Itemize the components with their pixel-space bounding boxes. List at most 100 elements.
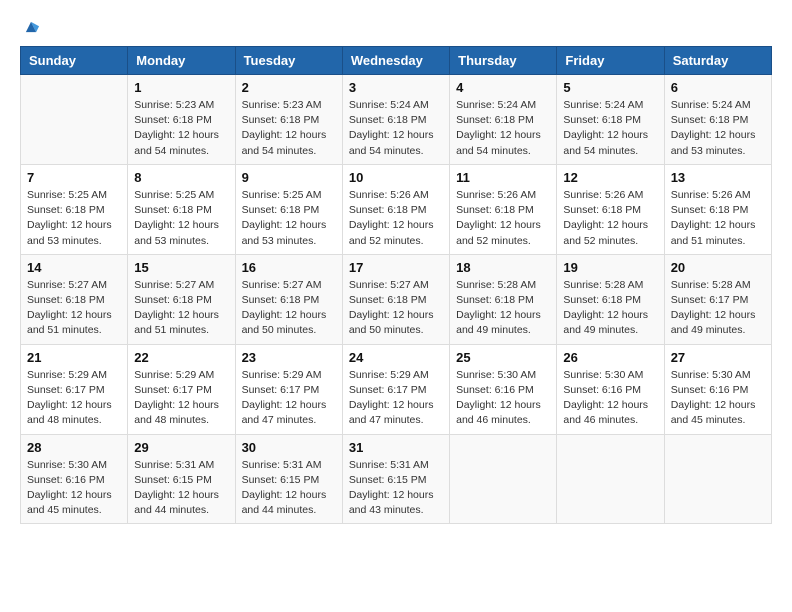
day-number: 2 <box>242 80 336 95</box>
header-row: SundayMondayTuesdayWednesdayThursdayFrid… <box>21 47 772 75</box>
day-info: Sunrise: 5:24 AM Sunset: 6:18 PM Dayligh… <box>671 98 765 159</box>
calendar-cell: 27 Sunrise: 5:30 AM Sunset: 6:16 PM Dayli… <box>664 344 771 434</box>
day-number: 3 <box>349 80 443 95</box>
calendar-cell: 4 Sunrise: 5:24 AM Sunset: 6:18 PM Daylig… <box>450 75 557 165</box>
day-info: Sunrise: 5:24 AM Sunset: 6:18 PM Dayligh… <box>563 98 657 159</box>
calendar-cell: 9 Sunrise: 5:25 AM Sunset: 6:18 PM Daylig… <box>235 164 342 254</box>
day-number: 4 <box>456 80 550 95</box>
header-day-saturday: Saturday <box>664 47 771 75</box>
calendar-week-4: 28 Sunrise: 5:30 AM Sunset: 6:16 PM Dayli… <box>21 434 772 524</box>
logo <box>20 16 46 38</box>
calendar-cell: 18 Sunrise: 5:28 AM Sunset: 6:18 PM Dayli… <box>450 254 557 344</box>
day-info: Sunrise: 5:31 AM Sunset: 6:15 PM Dayligh… <box>134 458 228 519</box>
calendar-cell: 5 Sunrise: 5:24 AM Sunset: 6:18 PM Daylig… <box>557 75 664 165</box>
day-number: 30 <box>242 440 336 455</box>
day-number: 19 <box>563 260 657 275</box>
calendar-cell: 24 Sunrise: 5:29 AM Sunset: 6:17 PM Dayli… <box>342 344 449 434</box>
day-info: Sunrise: 5:30 AM Sunset: 6:16 PM Dayligh… <box>27 458 121 519</box>
day-info: Sunrise: 5:31 AM Sunset: 6:15 PM Dayligh… <box>349 458 443 519</box>
day-info: Sunrise: 5:26 AM Sunset: 6:18 PM Dayligh… <box>456 188 550 249</box>
day-number: 20 <box>671 260 765 275</box>
calendar-week-3: 21 Sunrise: 5:29 AM Sunset: 6:17 PM Dayli… <box>21 344 772 434</box>
day-info: Sunrise: 5:31 AM Sunset: 6:15 PM Dayligh… <box>242 458 336 519</box>
day-info: Sunrise: 5:29 AM Sunset: 6:17 PM Dayligh… <box>349 368 443 429</box>
header-day-tuesday: Tuesday <box>235 47 342 75</box>
day-info: Sunrise: 5:23 AM Sunset: 6:18 PM Dayligh… <box>134 98 228 159</box>
calendar-cell: 15 Sunrise: 5:27 AM Sunset: 6:18 PM Dayli… <box>128 254 235 344</box>
day-info: Sunrise: 5:26 AM Sunset: 6:18 PM Dayligh… <box>563 188 657 249</box>
day-info: Sunrise: 5:27 AM Sunset: 6:18 PM Dayligh… <box>27 278 121 339</box>
calendar-cell: 6Sunrise: 5:24 AM Sunset: 6:18 PM Daylig… <box>664 75 771 165</box>
day-number: 18 <box>456 260 550 275</box>
day-number: 15 <box>134 260 228 275</box>
day-info: Sunrise: 5:27 AM Sunset: 6:18 PM Dayligh… <box>242 278 336 339</box>
day-info: Sunrise: 5:24 AM Sunset: 6:18 PM Dayligh… <box>349 98 443 159</box>
calendar-cell: 10 Sunrise: 5:26 AM Sunset: 6:18 PM Dayli… <box>342 164 449 254</box>
calendar-cell: 19 Sunrise: 5:28 AM Sunset: 6:18 PM Dayli… <box>557 254 664 344</box>
calendar-cell <box>664 434 771 524</box>
calendar-cell: 28 Sunrise: 5:30 AM Sunset: 6:16 PM Dayli… <box>21 434 128 524</box>
header-day-thursday: Thursday <box>450 47 557 75</box>
day-info: Sunrise: 5:29 AM Sunset: 6:17 PM Dayligh… <box>134 368 228 429</box>
calendar-cell: 26 Sunrise: 5:30 AM Sunset: 6:16 PM Dayli… <box>557 344 664 434</box>
day-info: Sunrise: 5:28 AM Sunset: 6:18 PM Dayligh… <box>456 278 550 339</box>
day-info: Sunrise: 5:26 AM Sunset: 6:18 PM Dayligh… <box>671 188 765 249</box>
day-info: Sunrise: 5:28 AM Sunset: 6:18 PM Dayligh… <box>563 278 657 339</box>
calendar-cell: 8 Sunrise: 5:25 AM Sunset: 6:18 PM Daylig… <box>128 164 235 254</box>
day-number: 13 <box>671 170 765 185</box>
day-info: Sunrise: 5:28 AM Sunset: 6:17 PM Dayligh… <box>671 278 765 339</box>
calendar-cell: 17Sunrise: 5:27 AM Sunset: 6:18 PM Dayli… <box>342 254 449 344</box>
day-number: 9 <box>242 170 336 185</box>
day-number: 22 <box>134 350 228 365</box>
day-number: 25 <box>456 350 550 365</box>
header-day-friday: Friday <box>557 47 664 75</box>
header-day-wednesday: Wednesday <box>342 47 449 75</box>
day-info: Sunrise: 5:25 AM Sunset: 6:18 PM Dayligh… <box>134 188 228 249</box>
day-number: 27 <box>671 350 765 365</box>
calendar-cell: 20 Sunrise: 5:28 AM Sunset: 6:17 PM Dayli… <box>664 254 771 344</box>
calendar-cell: 31 Sunrise: 5:31 AM Sunset: 6:15 PM Dayli… <box>342 434 449 524</box>
logo-icon <box>20 16 42 38</box>
day-info: Sunrise: 5:25 AM Sunset: 6:18 PM Dayligh… <box>27 188 121 249</box>
day-info: Sunrise: 5:29 AM Sunset: 6:17 PM Dayligh… <box>242 368 336 429</box>
day-number: 26 <box>563 350 657 365</box>
calendar-cell: 23Sunrise: 5:29 AM Sunset: 6:17 PM Dayli… <box>235 344 342 434</box>
calendar-cell: 30 Sunrise: 5:31 AM Sunset: 6:15 PM Dayli… <box>235 434 342 524</box>
day-number: 5 <box>563 80 657 95</box>
day-info: Sunrise: 5:24 AM Sunset: 6:18 PM Dayligh… <box>456 98 550 159</box>
calendar-week-2: 14 Sunrise: 5:27 AM Sunset: 6:18 PM Dayli… <box>21 254 772 344</box>
day-number: 10 <box>349 170 443 185</box>
calendar-cell <box>557 434 664 524</box>
calendar-cell: 21 Sunrise: 5:29 AM Sunset: 6:17 PM Dayli… <box>21 344 128 434</box>
calendar-week-0: 1 Sunrise: 5:23 AM Sunset: 6:18 PM Daylig… <box>21 75 772 165</box>
page-header <box>20 16 772 38</box>
day-info: Sunrise: 5:30 AM Sunset: 6:16 PM Dayligh… <box>671 368 765 429</box>
day-number: 28 <box>27 440 121 455</box>
calendar-cell: 2Sunrise: 5:23 AM Sunset: 6:18 PM Daylig… <box>235 75 342 165</box>
calendar-cell: 22 Sunrise: 5:29 AM Sunset: 6:17 PM Dayli… <box>128 344 235 434</box>
day-info: Sunrise: 5:27 AM Sunset: 6:18 PM Dayligh… <box>349 278 443 339</box>
day-number: 1 <box>134 80 228 95</box>
calendar-cell: 7Sunrise: 5:25 AM Sunset: 6:18 PM Daylig… <box>21 164 128 254</box>
calendar-cell: 16Sunrise: 5:27 AM Sunset: 6:18 PM Dayli… <box>235 254 342 344</box>
day-info: Sunrise: 5:30 AM Sunset: 6:16 PM Dayligh… <box>563 368 657 429</box>
day-info: Sunrise: 5:25 AM Sunset: 6:18 PM Dayligh… <box>242 188 336 249</box>
calendar-cell: 25Sunrise: 5:30 AM Sunset: 6:16 PM Dayli… <box>450 344 557 434</box>
day-info: Sunrise: 5:27 AM Sunset: 6:18 PM Dayligh… <box>134 278 228 339</box>
calendar-body: 1 Sunrise: 5:23 AM Sunset: 6:18 PM Daylig… <box>21 75 772 524</box>
day-info: Sunrise: 5:26 AM Sunset: 6:18 PM Dayligh… <box>349 188 443 249</box>
header-day-sunday: Sunday <box>21 47 128 75</box>
calendar-cell: 3 Sunrise: 5:24 AM Sunset: 6:18 PM Daylig… <box>342 75 449 165</box>
day-number: 21 <box>27 350 121 365</box>
day-info: Sunrise: 5:29 AM Sunset: 6:17 PM Dayligh… <box>27 368 121 429</box>
day-number: 14 <box>27 260 121 275</box>
calendar-cell: 13 Sunrise: 5:26 AM Sunset: 6:18 PM Dayli… <box>664 164 771 254</box>
calendar-cell <box>450 434 557 524</box>
day-number: 11 <box>456 170 550 185</box>
header-day-monday: Monday <box>128 47 235 75</box>
day-number: 31 <box>349 440 443 455</box>
day-number: 8 <box>134 170 228 185</box>
calendar-cell: 14 Sunrise: 5:27 AM Sunset: 6:18 PM Dayli… <box>21 254 128 344</box>
day-number: 29 <box>134 440 228 455</box>
day-number: 24 <box>349 350 443 365</box>
